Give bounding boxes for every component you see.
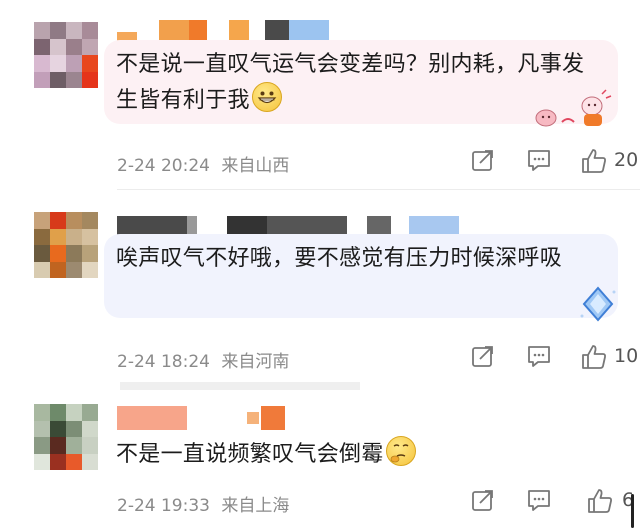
thumbs-up-icon[interactable] xyxy=(586,487,614,515)
comment-actions: 6 xyxy=(440,487,640,517)
comment-actions: 10 xyxy=(440,343,640,373)
share-icon[interactable] xyxy=(470,343,496,369)
comment-date: 2-24 20:24 xyxy=(117,156,210,176)
comment-icon[interactable] xyxy=(526,487,552,513)
comment-location: 来自河南 xyxy=(221,352,290,372)
comment-bubble[interactable]: 唉声叹气不好哦，要不感觉有压力时候深呼吸 xyxy=(104,234,618,322)
grin-emoji xyxy=(251,82,282,112)
divider xyxy=(120,382,360,390)
like-count: 10 xyxy=(614,345,639,367)
comment-item: 唉声叹气不好哦，要不感觉有压力时候深呼吸 2-24 18:24 来自河南 10 xyxy=(0,190,640,390)
comment-location: 来自山西 xyxy=(221,156,290,176)
thumbs-up-icon[interactable] xyxy=(580,147,608,175)
comment-text: 不是说一直叹气运气会变差吗？别内耗，凡事发生皆有利于我 xyxy=(116,52,585,113)
comment-item: 不是说一直叹气运气会变差吗？别内耗，凡事发生皆有利于我 2-24 20:24 来… xyxy=(0,0,640,190)
avatar[interactable] xyxy=(34,404,98,470)
comment-actions: 20 xyxy=(440,147,640,177)
comment-date: 2-24 18:24 xyxy=(117,352,210,372)
avatar[interactable] xyxy=(34,22,98,88)
pig-sticker-icon xyxy=(535,89,612,127)
comment-icon[interactable] xyxy=(526,147,552,173)
comment-item: 不是一直说频繁叹气会倒霉 2-24 19:33 来自上海 6 xyxy=(0,390,640,528)
thumbs-up-icon[interactable] xyxy=(580,343,608,371)
comment-bubble[interactable]: 不是一直说频繁叹气会倒霉 xyxy=(104,428,618,478)
share-icon[interactable] xyxy=(470,147,496,173)
comment-text: 不是一直说频繁叹气会倒霉 xyxy=(116,442,384,467)
comment-meta: 2-24 19:33 来自上海 xyxy=(117,491,289,516)
comment-text: 唉声叹气不好哦，要不感觉有压力时候深呼吸 xyxy=(116,246,563,271)
thinking-emoji xyxy=(385,436,416,466)
comment-bubble[interactable]: 不是说一直叹气运气会变差吗？别内耗，凡事发生皆有利于我 xyxy=(104,40,618,127)
comment-location: 来自上海 xyxy=(221,496,290,516)
like-count: 20 xyxy=(614,149,639,171)
share-icon[interactable] xyxy=(470,487,496,513)
comment-meta: 2-24 20:24 来自山西 xyxy=(117,151,289,176)
comment-meta: 2-24 18:24 来自河南 xyxy=(117,347,289,372)
comment-date: 2-24 19:33 xyxy=(117,496,210,516)
diamond-badge-icon xyxy=(580,286,616,322)
avatar[interactable] xyxy=(34,212,98,278)
scrollbar[interactable] xyxy=(631,494,634,528)
comment-icon[interactable] xyxy=(526,343,552,369)
